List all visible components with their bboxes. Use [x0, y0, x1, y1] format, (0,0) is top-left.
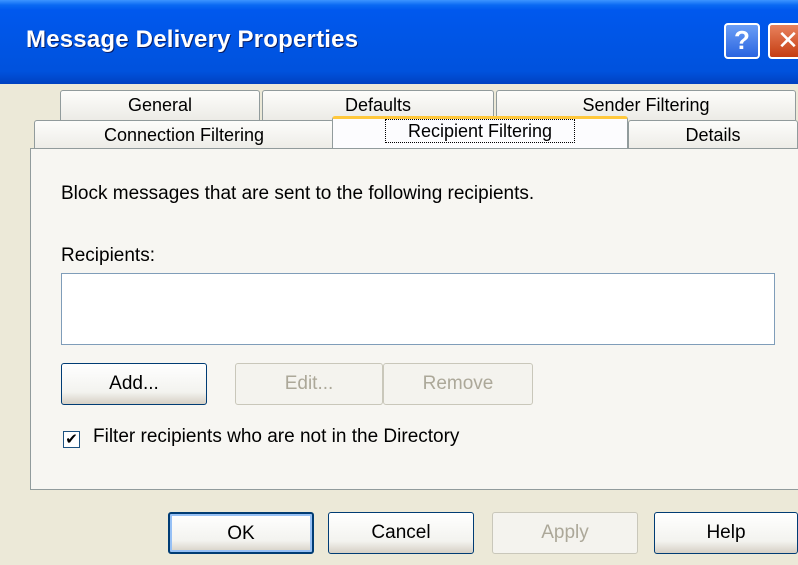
close-icon[interactable]: ✕: [768, 23, 798, 59]
tab-details[interactable]: Details: [628, 120, 798, 150]
add-button[interactable]: Add...: [61, 363, 207, 405]
dialog-body: General Defaults Sender Filtering Connec…: [0, 84, 798, 565]
window-title: Message Delivery Properties: [26, 26, 359, 53]
ok-button[interactable]: OK: [168, 512, 314, 554]
apply-button[interactable]: Apply: [492, 512, 638, 554]
remove-button[interactable]: Remove: [383, 363, 533, 405]
tab-connection-filtering[interactable]: Connection Filtering: [34, 120, 334, 150]
filter-checkbox[interactable]: ✔: [63, 431, 80, 448]
edit-button[interactable]: Edit...: [235, 363, 383, 405]
cancel-button[interactable]: Cancel: [328, 512, 474, 554]
tab-recipient-filtering-label: Recipient Filtering: [384, 119, 576, 143]
description-text: Block messages that are sent to the foll…: [61, 183, 535, 204]
help-button[interactable]: Help: [654, 512, 798, 554]
tab-recipient-filtering[interactable]: Recipient Filtering: [332, 116, 628, 150]
recipients-label: Recipients:: [61, 245, 155, 266]
filter-checkbox-label[interactable]: Filter recipients who are not in the Dir…: [93, 426, 459, 448]
tab-panel: Block messages that are sent to the foll…: [30, 148, 798, 490]
title-bar: Message Delivery Properties ? ✕: [0, 0, 798, 84]
recipients-list[interactable]: [61, 273, 775, 345]
help-icon[interactable]: ?: [724, 23, 760, 59]
tab-general[interactable]: General: [60, 90, 260, 120]
